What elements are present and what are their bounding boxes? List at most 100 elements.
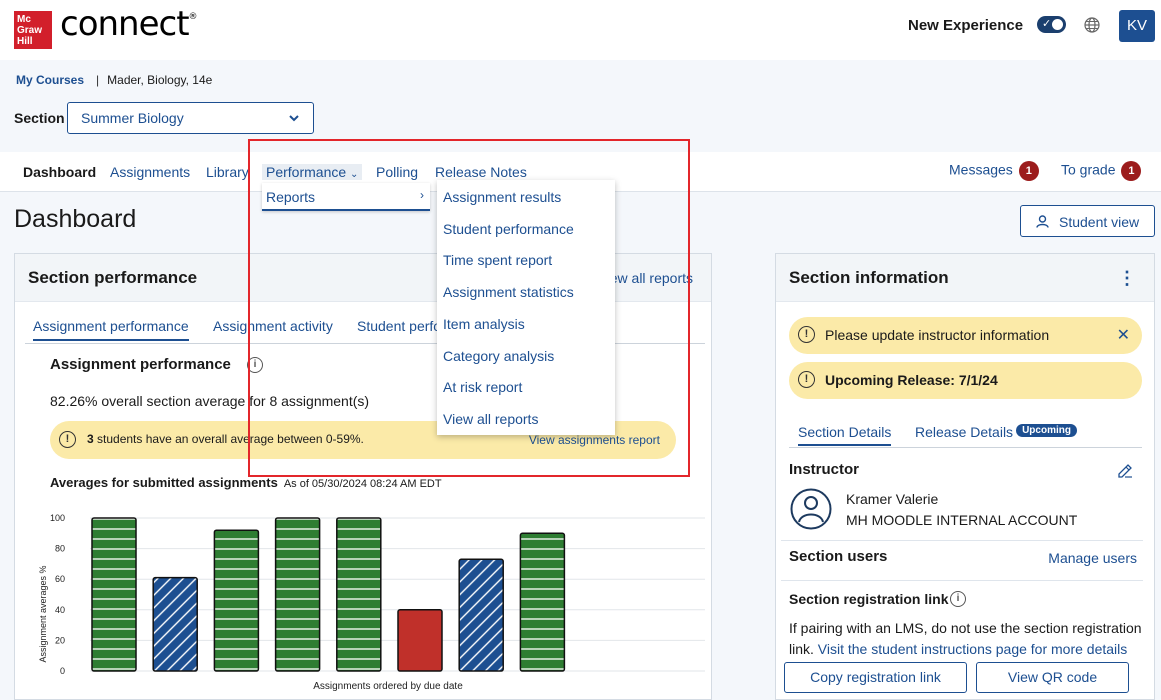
y-tick-label: 100 — [50, 513, 65, 523]
chart-title: Averages for submitted assignments As of … — [50, 475, 442, 490]
at-risk-warning-text: 3 students have an overall average betwe… — [87, 432, 364, 446]
info-icon[interactable]: i — [950, 591, 966, 607]
logo-line-1: Mc — [17, 14, 31, 25]
warning-icon: ! — [798, 371, 815, 388]
check-icon: ✓ — [1042, 18, 1052, 30]
menu-item-item-analysis[interactable]: Item analysis — [443, 316, 525, 332]
globe-icon[interactable] — [1084, 17, 1100, 33]
instructor-name: Kramer Valerie — [846, 491, 939, 507]
assignment-performance-heading: Assignment performance — [50, 356, 231, 373]
registered-mark: ® — [188, 12, 198, 22]
nav-assignments[interactable]: Assignments — [110, 164, 190, 180]
section-performance-title: Section performance — [28, 268, 198, 287]
chart-bar-4[interactable] — [274, 517, 321, 672]
warning-icon: ! — [59, 431, 76, 448]
toggle-knob — [1052, 19, 1063, 30]
performance-dropdown: Reports › — [262, 183, 430, 211]
reports-submenu: Assignment results Student performance T… — [437, 180, 615, 435]
logo-line-3: Hill — [17, 36, 33, 47]
instructor-account: MH MOODLE INTERNAL ACCOUNT — [846, 512, 1078, 528]
menu-item-time-spent-report[interactable]: Time spent report — [443, 252, 552, 268]
upcoming-release-notice: ! Upcoming Release: 7/1/24 — [789, 362, 1142, 399]
breadcrumb-separator: | — [96, 73, 100, 87]
logo-line-2: Graw — [17, 25, 43, 36]
view-assignments-report-link[interactable]: View assignments report — [529, 433, 660, 447]
student-view-button[interactable]: Student view — [1020, 205, 1155, 237]
y-tick-label: 0 — [60, 666, 65, 676]
chart-bar-7[interactable] — [458, 558, 504, 672]
nav-release-notes[interactable]: Release Notes — [435, 164, 527, 180]
chevron-down-icon: ⌄ — [350, 169, 359, 180]
copy-registration-link-button[interactable]: Copy registration link — [784, 662, 967, 693]
edit-icon[interactable] — [1117, 462, 1134, 479]
nav-dashboard[interactable]: Dashboard — [23, 164, 96, 180]
instructor-label: Instructor — [789, 461, 860, 478]
upcoming-badge: Upcoming — [1016, 424, 1077, 437]
close-icon[interactable]: ✕ — [1117, 325, 1130, 345]
person-icon — [1036, 215, 1049, 228]
to-grade-label: To grade — [1061, 161, 1116, 178]
page-title: Dashboard — [14, 205, 137, 233]
nav-performance[interactable]: Performance ⌄ — [262, 164, 363, 180]
section-label: Section — [14, 110, 65, 126]
mcgraw-hill-logo[interactable]: Mc Graw Hill — [14, 11, 52, 49]
tab-assignment-performance[interactable]: Assignment performance — [33, 318, 189, 341]
y-tick-label: 60 — [55, 574, 65, 584]
info-icon[interactable]: i — [247, 357, 263, 373]
nav-to-grade[interactable]: To grade 1 — [1061, 161, 1142, 181]
messages-label: Messages — [949, 161, 1013, 178]
view-qr-code-button[interactable]: View QR code — [976, 662, 1129, 693]
section-select[interactable]: Summer Biology — [67, 102, 314, 134]
menu-item-reports[interactable]: Reports — [266, 189, 315, 205]
section-info-tabs: Section Details Release Details Upcoming — [789, 420, 1142, 448]
instructor-avatar-icon — [790, 488, 832, 530]
chart-bar-5[interactable] — [336, 517, 382, 672]
chart-bar-2[interactable] — [152, 576, 198, 672]
tab-release-details[interactable]: Release Details Upcoming — [915, 424, 1077, 441]
divider — [781, 580, 1143, 581]
registration-link-label: Section registration link — [789, 591, 949, 607]
new-experience-toggle[interactable]: ✓ — [1037, 16, 1066, 33]
menu-item-at-risk-report[interactable]: At risk report — [443, 379, 522, 395]
connect-brand[interactable]: connect® — [60, 4, 198, 44]
menu-item-view-all-reports[interactable]: View all reports — [443, 411, 538, 427]
new-experience-label: New Experience — [908, 17, 1024, 34]
menu-item-student-performance[interactable]: Student performance — [443, 221, 574, 237]
chart-bar-1[interactable] — [91, 517, 137, 672]
section-information-header: Section information ⋮ — [776, 254, 1154, 302]
chart-title-text: Averages for submitted assignments — [50, 475, 278, 490]
menu-item-category-analysis[interactable]: Category analysis — [443, 348, 554, 364]
menu-item-assignment-results[interactable]: Assignment results — [443, 189, 561, 205]
chart-bars — [91, 517, 566, 672]
nav-messages[interactable]: Messages 1 — [949, 161, 1039, 181]
tab-section-details[interactable]: Section Details — [798, 424, 892, 446]
brand-name: connect — [60, 4, 190, 44]
manage-users-link[interactable]: Manage users — [1048, 550, 1137, 566]
section-information-title: Section information — [789, 268, 949, 287]
tab-assignment-activity[interactable]: Assignment activity — [213, 318, 333, 334]
at-risk-message: students have an overall average between… — [97, 432, 364, 446]
menu-item-assignment-statistics[interactable]: Assignment statistics — [443, 284, 574, 300]
student-view-label: Student view — [1059, 214, 1140, 230]
breadcrumb-my-courses[interactable]: My Courses — [16, 73, 84, 87]
nav-performance-label: Performance — [266, 164, 347, 180]
chevron-right-icon: › — [420, 188, 424, 202]
chart-y-axis-label: Assignment averages % — [38, 565, 48, 662]
to-grade-count-badge: 1 — [1121, 161, 1142, 181]
kebab-menu-icon[interactable]: ⋮ — [1118, 268, 1136, 289]
chart-bar-6[interactable] — [397, 609, 443, 672]
chart-as-of: As of 05/30/2024 08:24 AM EDT — [283, 478, 442, 490]
top-bar: Mc Graw Hill connect® New Experience ✓ K… — [0, 0, 1161, 60]
y-tick-label: 20 — [55, 635, 65, 645]
registration-text: If pairing with an LMS, do not use the s… — [789, 618, 1149, 660]
nav-library[interactable]: Library — [206, 164, 249, 180]
user-avatar-button[interactable]: KV — [1119, 10, 1155, 42]
student-instructions-link[interactable]: Visit the student instructions page for … — [818, 641, 1127, 657]
release-details-label: Release Details — [915, 424, 1014, 440]
chart-bar-8[interactable] — [519, 532, 566, 672]
upcoming-release-text: Upcoming Release: 7/1/24 — [825, 372, 998, 388]
nav-polling[interactable]: Polling — [376, 164, 418, 180]
warning-icon: ! — [798, 326, 815, 343]
chart-bar-3[interactable] — [213, 529, 260, 672]
section-users-label: Section users — [789, 548, 888, 565]
